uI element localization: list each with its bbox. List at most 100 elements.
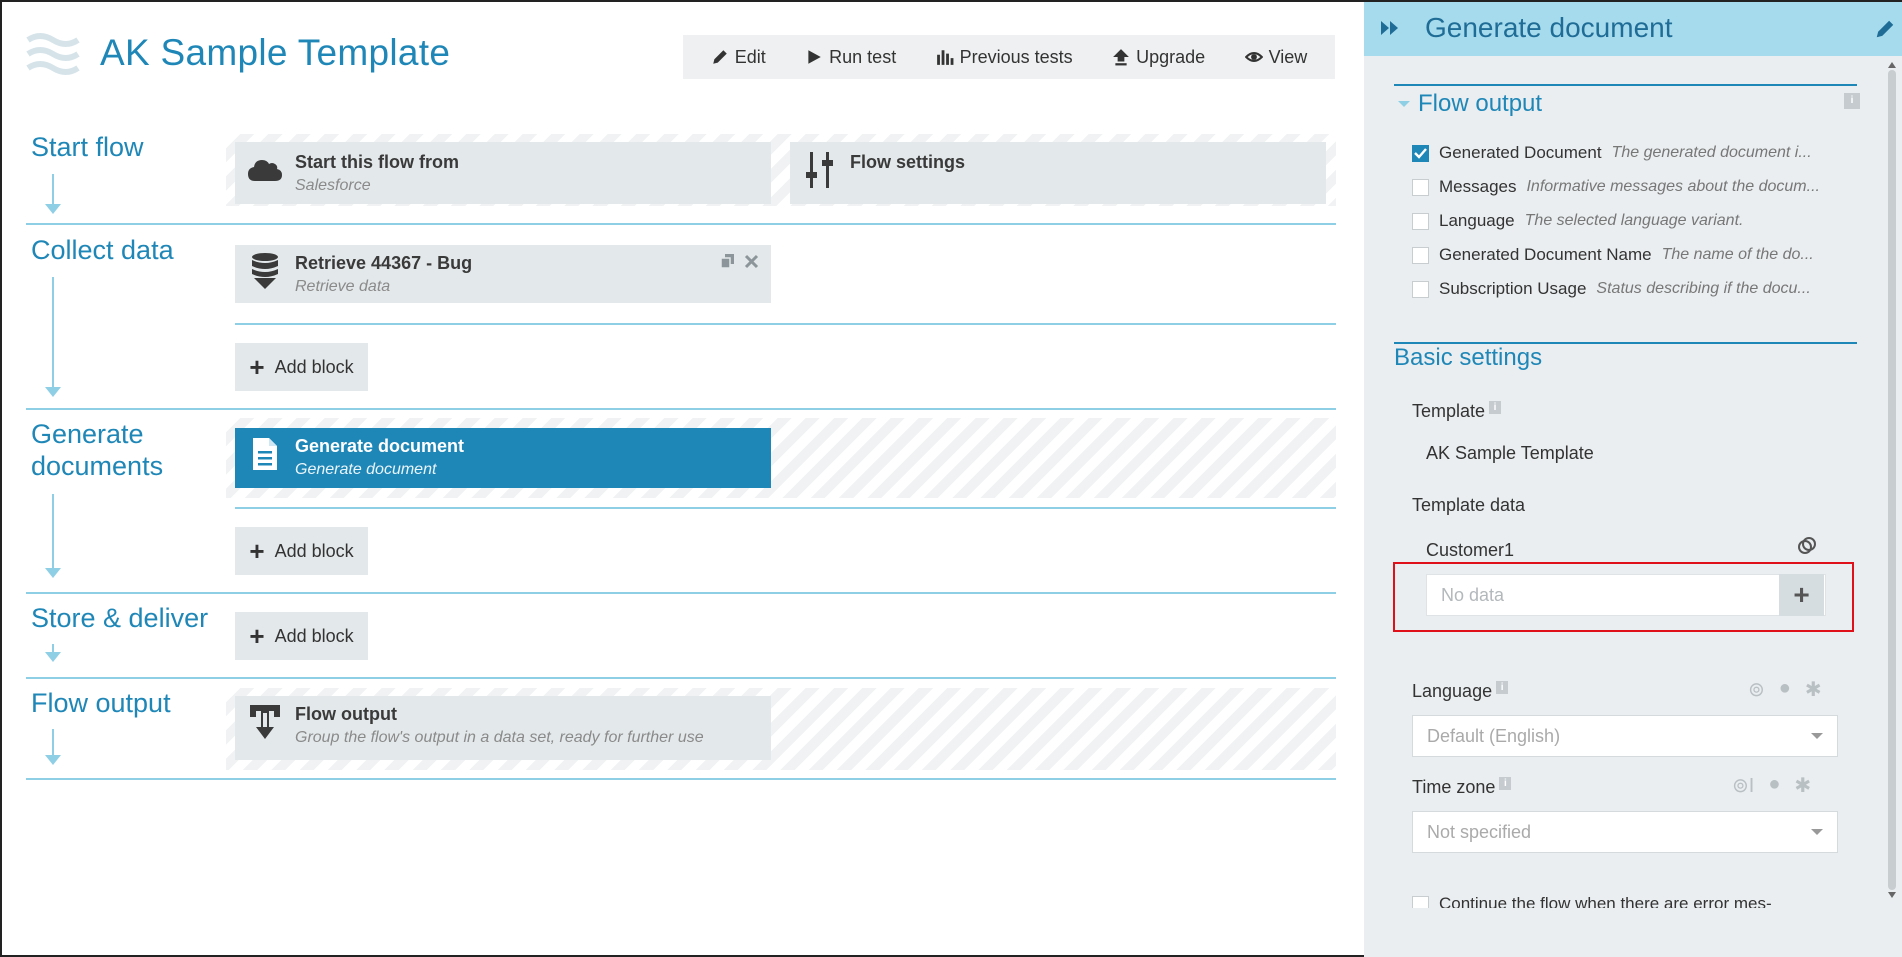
checkbox-checked[interactable] (1412, 144, 1429, 162)
template-value: AK Sample Template (1426, 443, 1594, 463)
upgrade-label: Upgrade (1136, 46, 1206, 67)
flow-arrow-icon (45, 204, 61, 214)
asterisk-icon[interactable]: ✱ (1794, 773, 1811, 798)
edit-button[interactable]: Edit (711, 47, 766, 68)
template-label-text: Template (1412, 401, 1486, 421)
view-label: View (1268, 46, 1308, 67)
flow-output-list: Generated Document The generated documen… (1412, 143, 1850, 299)
output-item-desc: The generated document i... (1611, 144, 1812, 161)
panel-clip-overlay (1364, 908, 1884, 957)
top-toolbar: Edit Run test Previous tests Upgrade Vie… (683, 35, 1335, 79)
checkbox[interactable] (1412, 212, 1429, 230)
block-title: Flow output (295, 704, 397, 724)
section-divider (26, 778, 1336, 780)
user-icon[interactable]: ● (1768, 773, 1780, 798)
section-divider (26, 408, 1336, 410)
run-test-button[interactable]: Run test (805, 47, 896, 68)
block-subtitle: Salesforce (295, 177, 371, 194)
flow-arrow-icon (45, 387, 61, 397)
generate-document-block[interactable]: Generate document Generate document (235, 428, 771, 488)
language-select[interactable]: Default (English) (1412, 715, 1838, 757)
template-data-label: Template data (1412, 495, 1526, 515)
block-subtitle: Retrieve data (295, 278, 391, 295)
bar-chart-icon (936, 50, 954, 65)
view-button[interactable]: View (1244, 46, 1308, 68)
panel-title: Generate document (1425, 12, 1673, 43)
plus-icon: + (1793, 579, 1810, 610)
scroll-up-icon[interactable] (1888, 62, 1896, 68)
block-subtitle: Group the flow's output in a data set, r… (295, 729, 704, 746)
scrollbar-thumb[interactable] (1888, 70, 1896, 890)
flow-output-block[interactable]: Flow output Group the flow's output in a… (235, 696, 771, 760)
chevron-down-icon (1398, 101, 1410, 107)
edit-label: Edit (734, 46, 766, 67)
language-label: Language i (1412, 681, 1509, 702)
collapse-panel-icon[interactable] (1380, 19, 1400, 42)
language-select-value: Default (English) (1427, 725, 1561, 746)
pencil-icon (712, 50, 727, 64)
output-item-subscription-usage[interactable]: Subscription Usage Status describing if … (1412, 279, 1850, 299)
flow-settings-block[interactable]: Flow settings (790, 142, 1326, 204)
lane-divider (235, 507, 1336, 509)
previous-tests-button[interactable]: Previous tests (936, 47, 1073, 68)
upload-arrow-icon (1113, 49, 1129, 66)
output-item-language[interactable]: Language The selected language variant. (1412, 211, 1850, 231)
copy-icon[interactable] (720, 253, 736, 269)
timezone-label: Time zone i (1412, 777, 1512, 798)
info-icon[interactable]: i (1489, 401, 1502, 414)
sliders-icon (802, 152, 838, 188)
lane-divider (235, 323, 1336, 325)
close-icon[interactable] (744, 254, 759, 269)
flow-output-section-toggle[interactable]: Flow output (1398, 90, 1542, 118)
chevron-down-icon (1811, 733, 1823, 739)
info-icon[interactable]: i (1496, 681, 1509, 694)
section-divider (26, 223, 1336, 225)
pencil-icon[interactable] (1874, 18, 1896, 45)
user-icon[interactable]: ● (1779, 677, 1791, 702)
flow-connector (52, 174, 54, 204)
add-data-button[interactable]: + (1779, 574, 1824, 616)
info-icon[interactable]: i (1844, 93, 1860, 109)
output-item-generated-document-name[interactable]: Generated Document Name The name of the … (1412, 245, 1850, 265)
scroll-down-icon[interactable] (1888, 892, 1896, 898)
add-block-button-generate[interactable]: + Add block (235, 527, 368, 575)
info-icon[interactable]: i (1499, 777, 1512, 790)
retrieve-block[interactable]: Retrieve 44367 - Bug Retrieve data (235, 245, 771, 303)
link-icon[interactable] (1797, 536, 1817, 561)
output-item-desc: Informative messages about the docum... (1526, 178, 1820, 195)
timezone-select-value: Not specified (1427, 821, 1532, 842)
database-icon (247, 253, 283, 289)
flow-arrow-icon (45, 755, 61, 765)
run-test-label: Run test (829, 46, 897, 67)
section-title-store-deliver: Store & deliver (31, 603, 209, 633)
flow-arrow-icon (45, 652, 61, 662)
chevron-down-icon (1811, 829, 1823, 835)
start-flow-block[interactable]: Start this flow from Salesforce (235, 142, 771, 204)
plus-icon: + (249, 536, 265, 566)
flow-connector (52, 644, 54, 652)
checkbox[interactable] (1412, 280, 1429, 298)
timezone-actions: ⊚I ● ✱ (1732, 773, 1811, 798)
output-item-label: Generated Document Name (1439, 245, 1652, 264)
checkbox[interactable] (1412, 178, 1429, 196)
add-block-button-store[interactable]: + Add block (235, 612, 368, 660)
timezone-select[interactable]: Not specified (1412, 811, 1838, 853)
upgrade-button[interactable]: Upgrade (1112, 47, 1205, 68)
add-block-button-collect[interactable]: + Add block (235, 343, 368, 391)
customer1-data-input[interactable]: No data (1426, 574, 1826, 616)
block-title: Start this flow from (295, 152, 460, 172)
no-data-placeholder: No data (1441, 584, 1505, 605)
output-item-generated-document[interactable]: Generated Document The generated documen… (1412, 143, 1850, 163)
block-title: Flow settings (850, 152, 966, 172)
output-item-desc: The selected language variant. (1524, 212, 1744, 229)
output-item-messages[interactable]: Messages Informative messages about the … (1412, 177, 1850, 197)
flow-connector (52, 494, 54, 568)
output-item-label: Language (1439, 211, 1515, 230)
add-block-label: Add block (274, 356, 354, 377)
link-icon[interactable]: ⊚ (1748, 677, 1765, 702)
block-title: Generate document (295, 436, 465, 456)
checkbox[interactable] (1412, 246, 1429, 264)
asterisk-icon[interactable]: ✱ (1805, 677, 1822, 702)
section-rule (1394, 84, 1857, 86)
link-text-icon[interactable]: ⊚I (1732, 773, 1754, 798)
